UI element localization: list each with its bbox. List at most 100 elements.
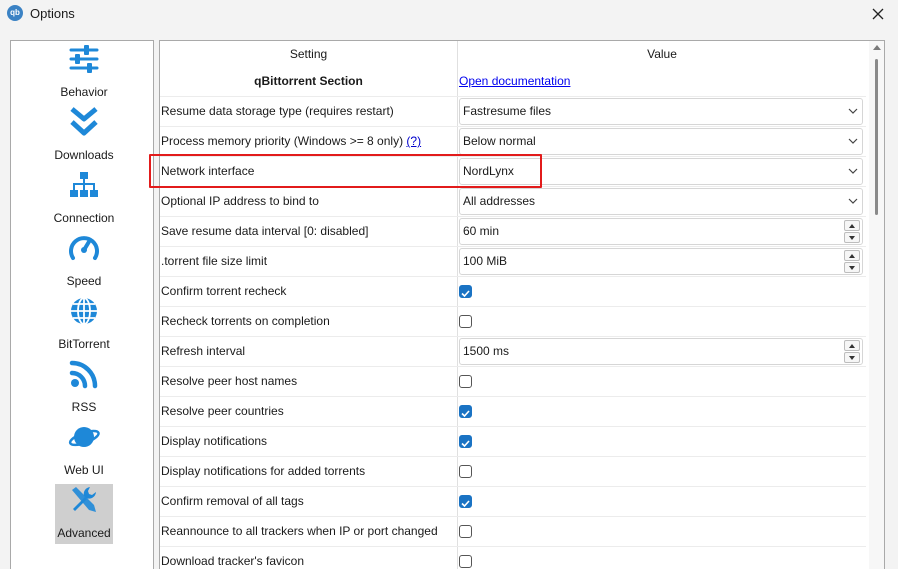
setting-label-text: Process memory priority (Windows >= 8 on… — [161, 134, 404, 148]
open-documentation-link[interactable]: Open documentation — [459, 67, 570, 96]
increment-button[interactable] — [844, 220, 860, 231]
dropdown-value: NordLynx — [463, 164, 514, 178]
sidebar-item-speed[interactable]: Speed — [55, 232, 113, 292]
column-header-setting[interactable]: Setting — [160, 41, 457, 67]
sidebar-item-label: Advanced — [57, 526, 111, 540]
close-button[interactable] — [864, 2, 892, 26]
setting-label: Display notifications for added torrents — [161, 464, 366, 478]
sidebar-item-web-ui[interactable]: Web UI — [55, 421, 113, 481]
arrow-up-icon — [849, 343, 855, 348]
setting-label: Download tracker's favicon — [161, 554, 305, 568]
sidebar-item-rss[interactable]: RSS — [55, 358, 113, 418]
sidebar-item-label: Downloads — [54, 148, 114, 162]
dropdown-value: All addresses — [463, 194, 536, 208]
table-row: Confirm torrent recheck — [160, 276, 866, 306]
table-row: Refresh interval 1500 ms — [160, 336, 866, 366]
window-title: Options — [30, 6, 75, 21]
arrow-up-icon — [849, 253, 855, 258]
planet-icon — [68, 427, 100, 447]
dropdown-value: Fastresume files — [463, 104, 552, 118]
setting-label: Resolve peer host names — [161, 374, 298, 388]
setting-label: Resume data storage type (requires resta… — [161, 104, 394, 118]
sidebar-item-label: Speed — [66, 274, 102, 288]
speedometer-icon — [69, 236, 99, 260]
arrow-down-icon — [849, 235, 855, 240]
advanced-settings-table: Setting Value qBittorrent Section Open d… — [159, 40, 885, 569]
help-link[interactable]: (?) — [406, 134, 421, 148]
notify-added-torrents-checkbox[interactable] — [459, 465, 472, 478]
decrement-button[interactable] — [844, 262, 860, 273]
chevron-down-icon — [848, 138, 858, 144]
setting-label: Optional IP address to bind to — [161, 194, 319, 208]
vertical-scrollbar[interactable] — [869, 41, 884, 569]
checkmark-icon — [461, 500, 470, 508]
sidebar-item-label: Behavior — [60, 85, 108, 99]
table-row: Display notifications for added torrents — [160, 456, 866, 486]
setting-label: Save resume data interval [0: disabled] — [161, 224, 369, 238]
close-icon — [872, 8, 884, 20]
table-row: Reannounce to all trackers when IP or po… — [160, 516, 866, 546]
table-row: Resolve peer host names — [160, 366, 866, 396]
chevron-down-icon — [848, 168, 858, 174]
sidebar-item-connection[interactable]: Connection — [54, 169, 114, 229]
column-header-value[interactable]: Value — [458, 41, 866, 67]
checkmark-icon — [461, 440, 470, 448]
increment-button[interactable] — [844, 340, 860, 351]
spinbox-value: 100 MiB — [463, 254, 508, 268]
section-row: qBittorrent Section Open documentation — [160, 67, 866, 97]
category-sidebar: Behavior Downloads Connection Speed BitT… — [10, 40, 154, 569]
setting-label: Confirm torrent recheck — [161, 284, 287, 298]
table-row: .torrent file size limit 100 MiB — [160, 246, 866, 276]
confirm-remove-tags-checkbox[interactable] — [459, 495, 472, 508]
table-row: Resume data storage type (requires resta… — [160, 96, 866, 126]
decrement-button[interactable] — [844, 232, 860, 243]
setting-label: Resolve peer countries — [161, 404, 284, 418]
display-notifications-checkbox[interactable] — [459, 435, 472, 448]
sidebar-item-behavior[interactable]: Behavior — [55, 43, 113, 103]
setting-label: Reannounce to all trackers when IP or po… — [161, 524, 438, 538]
setting-label: Recheck torrents on completion — [161, 314, 330, 328]
resume-storage-type-dropdown[interactable]: Fastresume files — [459, 98, 863, 125]
sidebar-item-advanced[interactable]: Advanced — [55, 484, 113, 544]
arrow-down-icon — [849, 265, 855, 270]
sidebar-item-label: BitTorrent — [58, 337, 110, 351]
setting-label: Confirm removal of all tags — [161, 494, 304, 508]
sidebar-item-label: RSS — [71, 400, 97, 414]
setting-label: Refresh interval — [161, 344, 246, 358]
increment-button[interactable] — [844, 250, 860, 261]
table-row: Recheck torrents on completion — [160, 306, 866, 336]
setting-label: Network interface — [161, 164, 255, 178]
setting-label: .torrent file size limit — [161, 254, 268, 268]
chevron-down-icon — [848, 198, 858, 204]
refresh-interval-spinbox[interactable]: 1500 ms — [459, 338, 863, 365]
scrollbar-thumb[interactable] — [875, 59, 878, 215]
spinbox-value: 60 min — [463, 224, 500, 238]
sidebar-item-bittorrent[interactable]: BitTorrent — [55, 295, 113, 355]
table-row: Process memory priority (Windows >= 8 on… — [160, 126, 866, 156]
spinbox-value: 1500 ms — [463, 344, 510, 358]
table-row: Display notifications — [160, 426, 866, 456]
bind-ip-address-dropdown[interactable]: All addresses — [459, 188, 863, 215]
sliders-icon — [69, 45, 99, 73]
reannounce-trackers-checkbox[interactable] — [459, 525, 472, 538]
confirm-recheck-checkbox[interactable] — [459, 285, 472, 298]
download-favicon-checkbox[interactable] — [459, 555, 472, 568]
chevron-down-icon — [848, 108, 858, 114]
checkmark-icon — [461, 290, 470, 298]
save-resume-interval-spinbox[interactable]: 60 min — [459, 218, 863, 245]
network-interface-dropdown[interactable]: NordLynx — [459, 158, 863, 185]
table-row: Optional IP address to bind to All addre… — [160, 186, 866, 216]
table-row: Save resume data interval [0: disabled] … — [160, 216, 866, 246]
sidebar-item-downloads[interactable]: Downloads — [54, 106, 114, 166]
scroll-up-icon[interactable] — [873, 45, 881, 50]
recheck-on-completion-checkbox[interactable] — [459, 315, 472, 328]
table-row: Download tracker's favicon — [160, 546, 866, 569]
decrement-button[interactable] — [844, 352, 860, 363]
checkmark-icon — [461, 410, 470, 418]
resolve-host-names-checkbox[interactable] — [459, 375, 472, 388]
torrent-size-limit-spinbox[interactable]: 100 MiB — [459, 248, 863, 275]
setting-label: Display notifications — [161, 434, 268, 448]
resolve-countries-checkbox[interactable] — [459, 405, 472, 418]
rss-icon — [69, 360, 98, 389]
memory-priority-dropdown[interactable]: Below normal — [459, 128, 863, 155]
